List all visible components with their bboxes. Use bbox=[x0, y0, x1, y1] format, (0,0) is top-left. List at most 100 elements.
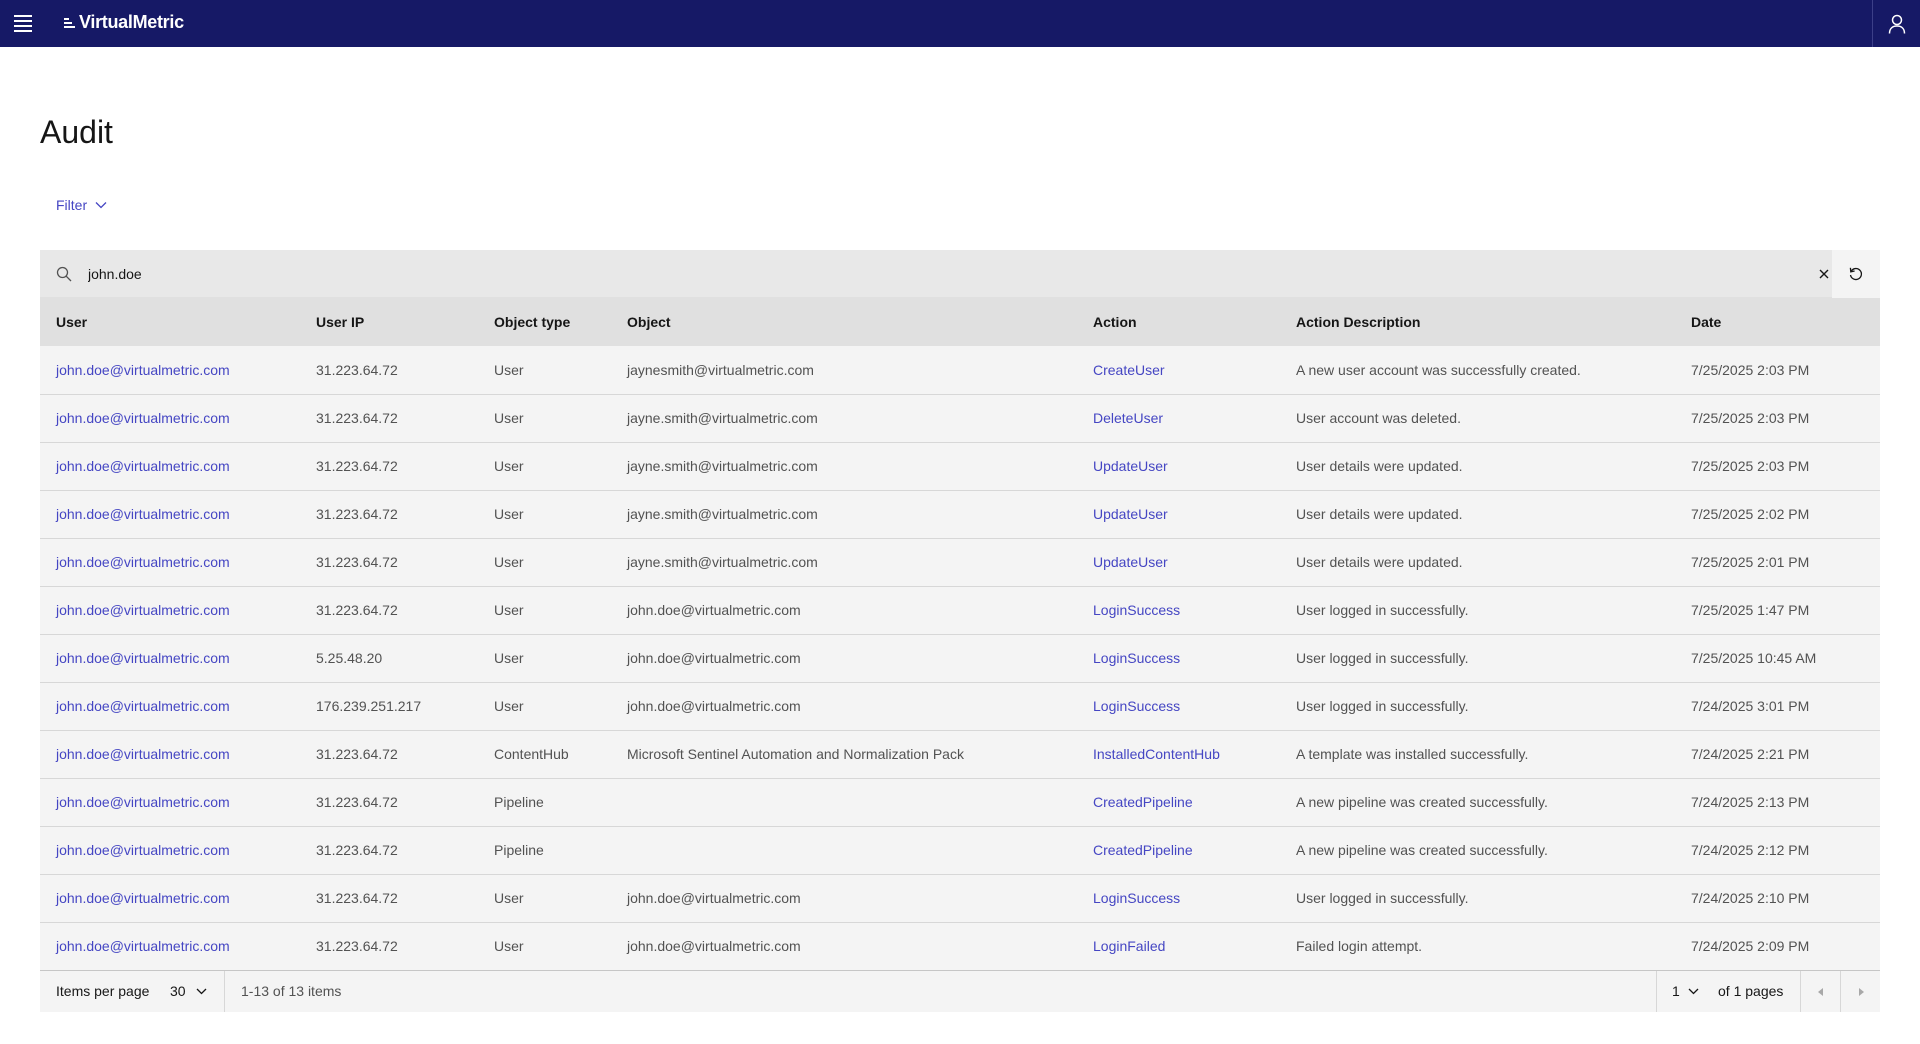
column-header-user[interactable]: User bbox=[40, 298, 300, 346]
table-row[interactable]: john.doe@virtualmetric.com 31.223.64.72 Us… bbox=[40, 874, 1880, 923]
table-row[interactable]: john.doe@virtualmetric.com 31.223.64.72 Us… bbox=[40, 394, 1880, 443]
cell-object-type: User bbox=[478, 586, 611, 635]
audit-table: User User IP Object type Object Action A… bbox=[40, 298, 1880, 971]
cell-object: john.doe@virtualmetric.com bbox=[611, 586, 1077, 635]
cell-object-type: ContentHub bbox=[478, 730, 611, 779]
cell-action[interactable]: CreatedPipeline bbox=[1077, 826, 1280, 875]
cell-user-ip: 31.223.64.72 bbox=[300, 922, 478, 971]
items-range-text: 1-13 of 13 items bbox=[241, 983, 342, 999]
cell-user[interactable]: john.doe@virtualmetric.com bbox=[40, 586, 300, 635]
cell-user[interactable]: john.doe@virtualmetric.com bbox=[40, 634, 300, 683]
cell-action-description: User details were updated. bbox=[1280, 442, 1675, 491]
cell-date: 7/25/2025 10:45 AM bbox=[1675, 634, 1880, 683]
table-row[interactable]: john.doe@virtualmetric.com 176.239.251.21… bbox=[40, 682, 1880, 731]
cell-user[interactable]: john.doe@virtualmetric.com bbox=[40, 922, 300, 971]
page-title: Audit bbox=[40, 114, 113, 150]
cell-action[interactable]: LoginSuccess bbox=[1077, 634, 1280, 683]
divider bbox=[224, 971, 225, 1012]
cell-action-description: A template was installed successfully. bbox=[1280, 730, 1675, 779]
cell-user-ip: 31.223.64.72 bbox=[300, 730, 478, 779]
cell-action-description: User details were updated. bbox=[1280, 538, 1675, 587]
column-header-date[interactable]: Date bbox=[1675, 298, 1880, 346]
cell-user[interactable]: john.doe@virtualmetric.com bbox=[40, 346, 300, 395]
brand-name: VirtualMetric bbox=[79, 12, 184, 32]
cell-user-ip: 31.223.64.72 bbox=[300, 586, 478, 635]
cell-object-type: Pipeline bbox=[478, 826, 611, 875]
search-input[interactable] bbox=[88, 250, 1848, 298]
cell-object: john.doe@virtualmetric.com bbox=[611, 922, 1077, 971]
search-bar bbox=[40, 250, 1880, 298]
cell-user[interactable]: john.doe@virtualmetric.com bbox=[40, 490, 300, 539]
table-row[interactable]: john.doe@virtualmetric.com 31.223.64.72 Pi… bbox=[40, 778, 1880, 827]
cell-object: jaynesmith@virtualmetric.com bbox=[611, 346, 1077, 395]
cell-action[interactable]: LoginSuccess bbox=[1077, 874, 1280, 923]
cell-action[interactable]: DeleteUser bbox=[1077, 394, 1280, 443]
table-row[interactable]: john.doe@virtualmetric.com 31.223.64.72 Us… bbox=[40, 922, 1880, 971]
cell-action[interactable]: InstalledContentHub bbox=[1077, 730, 1280, 779]
cell-object-type: User bbox=[478, 682, 611, 731]
cell-user[interactable]: john.doe@virtualmetric.com bbox=[40, 394, 300, 443]
cell-object: jayne.smith@virtualmetric.com bbox=[611, 538, 1077, 587]
cell-date: 7/24/2025 2:21 PM bbox=[1675, 730, 1880, 779]
table-row[interactable]: john.doe@virtualmetric.com 31.223.64.72 Us… bbox=[40, 586, 1880, 635]
cell-user[interactable]: john.doe@virtualmetric.com bbox=[40, 730, 300, 779]
column-header-object[interactable]: Object bbox=[611, 298, 1077, 346]
table-row[interactable]: john.doe@virtualmetric.com 31.223.64.72 Us… bbox=[40, 490, 1880, 539]
cell-action[interactable]: LoginSuccess bbox=[1077, 682, 1280, 731]
cell-action[interactable]: CreateUser bbox=[1077, 346, 1280, 395]
page-number-value: 1 bbox=[1672, 983, 1680, 999]
next-page-button[interactable] bbox=[1841, 971, 1880, 1012]
hamburger-menu-icon[interactable] bbox=[14, 15, 32, 33]
refresh-button[interactable] bbox=[1832, 250, 1880, 298]
cell-date: 7/25/2025 2:03 PM bbox=[1675, 442, 1880, 491]
cell-date: 7/25/2025 2:01 PM bbox=[1675, 538, 1880, 587]
chevron-down-icon bbox=[1688, 988, 1699, 994]
cell-user[interactable]: john.doe@virtualmetric.com bbox=[40, 538, 300, 587]
cell-object: john.doe@virtualmetric.com bbox=[611, 874, 1077, 923]
table-row[interactable]: john.doe@virtualmetric.com 31.223.64.72 Us… bbox=[40, 538, 1880, 587]
pagination-bar: Items per page 30 1-13 of 13 items 1 of … bbox=[40, 971, 1880, 1012]
cell-action[interactable]: CreatedPipeline bbox=[1077, 778, 1280, 827]
caret-left-icon bbox=[1817, 987, 1823, 996]
cell-object-type: User bbox=[478, 346, 611, 395]
column-header-user-ip[interactable]: User IP bbox=[300, 298, 478, 346]
cell-action[interactable]: UpdateUser bbox=[1077, 490, 1280, 539]
cell-user[interactable]: john.doe@virtualmetric.com bbox=[40, 874, 300, 923]
filter-button[interactable]: Filter bbox=[56, 197, 107, 213]
brand-mark-icon bbox=[64, 17, 76, 29]
cell-date: 7/25/2025 1:47 PM bbox=[1675, 586, 1880, 635]
previous-page-button[interactable] bbox=[1801, 971, 1840, 1012]
caret-right-icon bbox=[1858, 987, 1864, 996]
cell-action[interactable]: UpdateUser bbox=[1077, 538, 1280, 587]
cell-object: jayne.smith@virtualmetric.com bbox=[611, 394, 1077, 443]
column-header-action[interactable]: Action bbox=[1077, 298, 1280, 346]
cell-user-ip: 31.223.64.72 bbox=[300, 394, 478, 443]
cell-action-description: User logged in successfully. bbox=[1280, 682, 1675, 731]
table-row[interactable]: john.doe@virtualmetric.com 31.223.64.72 Co… bbox=[40, 730, 1880, 779]
cell-object-type: User bbox=[478, 922, 611, 971]
cell-object: john.doe@virtualmetric.com bbox=[611, 634, 1077, 683]
items-per-page-select[interactable]: 30 bbox=[170, 983, 207, 999]
cell-object-type: Pipeline bbox=[478, 778, 611, 827]
user-profile-button[interactable] bbox=[1872, 0, 1920, 47]
cell-user-ip: 31.223.64.72 bbox=[300, 346, 478, 395]
table-row[interactable]: john.doe@virtualmetric.com 31.223.64.72 Us… bbox=[40, 346, 1880, 395]
cell-action[interactable]: UpdateUser bbox=[1077, 442, 1280, 491]
cell-user-ip: 31.223.64.72 bbox=[300, 490, 478, 539]
cell-object: john.doe@virtualmetric.com bbox=[611, 682, 1077, 731]
column-header-object-type[interactable]: Object type bbox=[478, 298, 611, 346]
divider bbox=[1656, 971, 1657, 1012]
table-row[interactable]: john.doe@virtualmetric.com 31.223.64.72 Pi… bbox=[40, 826, 1880, 875]
cell-user[interactable]: john.doe@virtualmetric.com bbox=[40, 682, 300, 731]
cell-action[interactable]: LoginSuccess bbox=[1077, 586, 1280, 635]
table-row[interactable]: john.doe@virtualmetric.com 5.25.48.20 User… bbox=[40, 634, 1880, 683]
cell-action[interactable]: LoginFailed bbox=[1077, 922, 1280, 971]
page-number-select[interactable]: 1 bbox=[1672, 983, 1699, 999]
cell-user[interactable]: john.doe@virtualmetric.com bbox=[40, 442, 300, 491]
table-row[interactable]: john.doe@virtualmetric.com 31.223.64.72 Us… bbox=[40, 442, 1880, 491]
cell-user-ip: 176.239.251.217 bbox=[300, 682, 478, 731]
cell-user[interactable]: john.doe@virtualmetric.com bbox=[40, 778, 300, 827]
cell-user[interactable]: john.doe@virtualmetric.com bbox=[40, 826, 300, 875]
brand-logo[interactable]: VirtualMetric bbox=[64, 12, 184, 33]
column-header-action-description[interactable]: Action Description bbox=[1280, 298, 1675, 346]
